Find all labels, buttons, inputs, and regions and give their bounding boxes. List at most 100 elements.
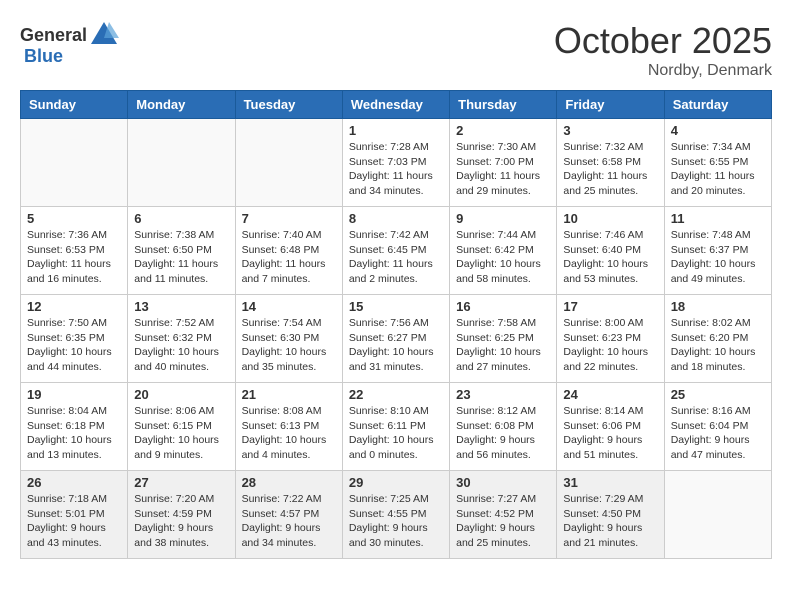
day-number: 21: [242, 387, 336, 402]
cell-info: Sunrise: 7:22 AMSunset: 4:57 PMDaylight:…: [242, 492, 336, 551]
calendar-week-2: 5 Sunrise: 7:36 AMSunset: 6:53 PMDaylight…: [21, 207, 772, 295]
weekday-header-row: SundayMondayTuesdayWednesdayThursdayFrid…: [21, 91, 772, 119]
calendar-cell: 18 Sunrise: 8:02 AMSunset: 6:20 PMDayligh…: [664, 295, 771, 383]
calendar-cell: 3 Sunrise: 7:32 AMSunset: 6:58 PMDaylight…: [557, 119, 664, 207]
day-number: 2: [456, 123, 550, 138]
day-number: 8: [349, 211, 443, 226]
calendar-cell: 25Sunrise: 8:16 AMSunset: 6:04 PMDayligh…: [664, 383, 771, 471]
cell-info: Sunrise: 8:06 AMSunset: 6:15 PMDaylight:…: [134, 404, 228, 463]
cell-info: Sunrise: 7:52 AMSunset: 6:32 PMDaylight:…: [134, 316, 228, 375]
day-number: 22: [349, 387, 443, 402]
cell-info: Sunrise: 7:27 AMSunset: 4:52 PMDaylight:…: [456, 492, 550, 551]
weekday-wednesday: Wednesday: [342, 91, 449, 119]
calendar-cell: 27 Sunrise: 7:20 AMSunset: 4:59 PMDayligh…: [128, 471, 235, 559]
day-number: 18: [671, 299, 765, 314]
weekday-tuesday: Tuesday: [235, 91, 342, 119]
calendar-cell: 4 Sunrise: 7:34 AMSunset: 6:55 PMDaylight…: [664, 119, 771, 207]
day-number: 20: [134, 387, 228, 402]
day-number: 31: [563, 475, 657, 490]
cell-info: Sunrise: 8:00 AMSunset: 6:23 PMDaylight:…: [563, 316, 657, 375]
calendar-week-1: 1 Sunrise: 7:28 AMSunset: 7:03 PMDaylight…: [21, 119, 772, 207]
calendar-cell: 20 Sunrise: 8:06 AMSunset: 6:15 PMDayligh…: [128, 383, 235, 471]
day-number: 17: [563, 299, 657, 314]
day-number: 24: [563, 387, 657, 402]
day-number: 5: [27, 211, 121, 226]
cell-info: Sunrise: 7:34 AMSunset: 6:55 PMDaylight:…: [671, 140, 765, 199]
weekday-thursday: Thursday: [450, 91, 557, 119]
calendar-cell: 26Sunrise: 7:18 AMSunset: 5:01 PMDayligh…: [21, 471, 128, 559]
calendar-cell: 17 Sunrise: 8:00 AMSunset: 6:23 PMDayligh…: [557, 295, 664, 383]
calendar-cell: 24 Sunrise: 8:14 AMSunset: 6:06 PMDayligh…: [557, 383, 664, 471]
cell-info: Sunrise: 7:32 AMSunset: 6:58 PMDaylight:…: [563, 140, 657, 199]
day-number: 15: [349, 299, 443, 314]
cell-info: Sunrise: 8:14 AMSunset: 6:06 PMDaylight:…: [563, 404, 657, 463]
cell-info: Sunrise: 7:38 AMSunset: 6:50 PMDaylight:…: [134, 228, 228, 287]
calendar-table: SundayMondayTuesdayWednesdayThursdayFrid…: [20, 90, 772, 559]
calendar-cell: 12 Sunrise: 7:50 AMSunset: 6:35 PMDayligh…: [21, 295, 128, 383]
calendar-cell: [664, 471, 771, 559]
cell-info: Sunrise: 7:20 AMSunset: 4:59 PMDaylight:…: [134, 492, 228, 551]
day-number: 13: [134, 299, 228, 314]
calendar-cell: [21, 119, 128, 207]
calendar-cell: 13 Sunrise: 7:52 AMSunset: 6:32 PMDayligh…: [128, 295, 235, 383]
calendar-week-4: 19Sunrise: 8:04 AMSunset: 6:18 PMDayligh…: [21, 383, 772, 471]
cell-info: Sunrise: 7:48 AMSunset: 6:37 PMDaylight:…: [671, 228, 765, 287]
calendar-cell: 2 Sunrise: 7:30 AMSunset: 7:00 PMDaylight…: [450, 119, 557, 207]
day-number: 10: [563, 211, 657, 226]
calendar-cell: 22 Sunrise: 8:10 AMSunset: 6:11 PMDayligh…: [342, 383, 449, 471]
day-number: 3: [563, 123, 657, 138]
day-number: 12: [27, 299, 121, 314]
calendar-cell: 9 Sunrise: 7:44 AMSunset: 6:42 PMDaylight…: [450, 207, 557, 295]
calendar-cell: [235, 119, 342, 207]
day-number: 29: [349, 475, 443, 490]
day-number: 16: [456, 299, 550, 314]
cell-info: Sunrise: 7:50 AMSunset: 6:35 PMDaylight:…: [27, 316, 121, 375]
cell-info: Sunrise: 8:02 AMSunset: 6:20 PMDaylight:…: [671, 316, 765, 375]
calendar-cell: 1 Sunrise: 7:28 AMSunset: 7:03 PMDaylight…: [342, 119, 449, 207]
day-number: 1: [349, 123, 443, 138]
cell-info: Sunrise: 7:18 AMSunset: 5:01 PMDaylight:…: [27, 492, 121, 551]
calendar-cell: 31 Sunrise: 7:29 AMSunset: 4:50 PMDayligh…: [557, 471, 664, 559]
day-number: 4: [671, 123, 765, 138]
day-number: 6: [134, 211, 228, 226]
calendar-cell: 30 Sunrise: 7:27 AMSunset: 4:52 PMDayligh…: [450, 471, 557, 559]
cell-info: Sunrise: 8:08 AMSunset: 6:13 PMDaylight:…: [242, 404, 336, 463]
calendar-cell: 8Sunrise: 7:42 AMSunset: 6:45 PMDaylight…: [342, 207, 449, 295]
cell-info: Sunrise: 8:04 AMSunset: 6:18 PMDaylight:…: [27, 404, 121, 463]
location-subtitle: Nordby, Denmark: [554, 62, 772, 80]
cell-info: Sunrise: 7:30 AMSunset: 7:00 PMDaylight:…: [456, 140, 550, 199]
cell-info: Sunrise: 7:54 AMSunset: 6:30 PMDaylight:…: [242, 316, 336, 375]
cell-info: Sunrise: 7:44 AMSunset: 6:42 PMDaylight:…: [456, 228, 550, 287]
calendar-cell: 5 Sunrise: 7:36 AMSunset: 6:53 PMDaylight…: [21, 207, 128, 295]
logo-general: General: [20, 25, 87, 46]
title-block: October 2025 Nordby, Denmark: [554, 20, 772, 80]
calendar-cell: 28 Sunrise: 7:22 AMSunset: 4:57 PMDayligh…: [235, 471, 342, 559]
day-number: 7: [242, 211, 336, 226]
cell-info: Sunrise: 7:46 AMSunset: 6:40 PMDaylight:…: [563, 228, 657, 287]
weekday-sunday: Sunday: [21, 91, 128, 119]
calendar-cell: 10 Sunrise: 7:46 AMSunset: 6:40 PMDayligh…: [557, 207, 664, 295]
day-number: 9: [456, 211, 550, 226]
calendar-cell: 15Sunrise: 7:56 AMSunset: 6:27 PMDayligh…: [342, 295, 449, 383]
cell-info: Sunrise: 7:36 AMSunset: 6:53 PMDaylight:…: [27, 228, 121, 287]
day-number: 27: [134, 475, 228, 490]
calendar-cell: 29Sunrise: 7:25 AMSunset: 4:55 PMDayligh…: [342, 471, 449, 559]
cell-info: Sunrise: 7:58 AMSunset: 6:25 PMDaylight:…: [456, 316, 550, 375]
month-title: October 2025: [554, 20, 772, 62]
day-number: 11: [671, 211, 765, 226]
cell-info: Sunrise: 7:29 AMSunset: 4:50 PMDaylight:…: [563, 492, 657, 551]
cell-info: Sunrise: 7:28 AMSunset: 7:03 PMDaylight:…: [349, 140, 443, 199]
day-number: 28: [242, 475, 336, 490]
calendar-cell: 14 Sunrise: 7:54 AMSunset: 6:30 PMDayligh…: [235, 295, 342, 383]
weekday-monday: Monday: [128, 91, 235, 119]
calendar-cell: 7 Sunrise: 7:40 AMSunset: 6:48 PMDaylight…: [235, 207, 342, 295]
calendar-cell: 19Sunrise: 8:04 AMSunset: 6:18 PMDayligh…: [21, 383, 128, 471]
calendar-cell: 21 Sunrise: 8:08 AMSunset: 6:13 PMDayligh…: [235, 383, 342, 471]
day-number: 14: [242, 299, 336, 314]
calendar-cell: 11 Sunrise: 7:48 AMSunset: 6:37 PMDayligh…: [664, 207, 771, 295]
cell-info: Sunrise: 8:10 AMSunset: 6:11 PMDaylight:…: [349, 404, 443, 463]
day-number: 30: [456, 475, 550, 490]
cell-info: Sunrise: 7:40 AMSunset: 6:48 PMDaylight:…: [242, 228, 336, 287]
weekday-friday: Friday: [557, 91, 664, 119]
logo-icon: [89, 20, 119, 50]
